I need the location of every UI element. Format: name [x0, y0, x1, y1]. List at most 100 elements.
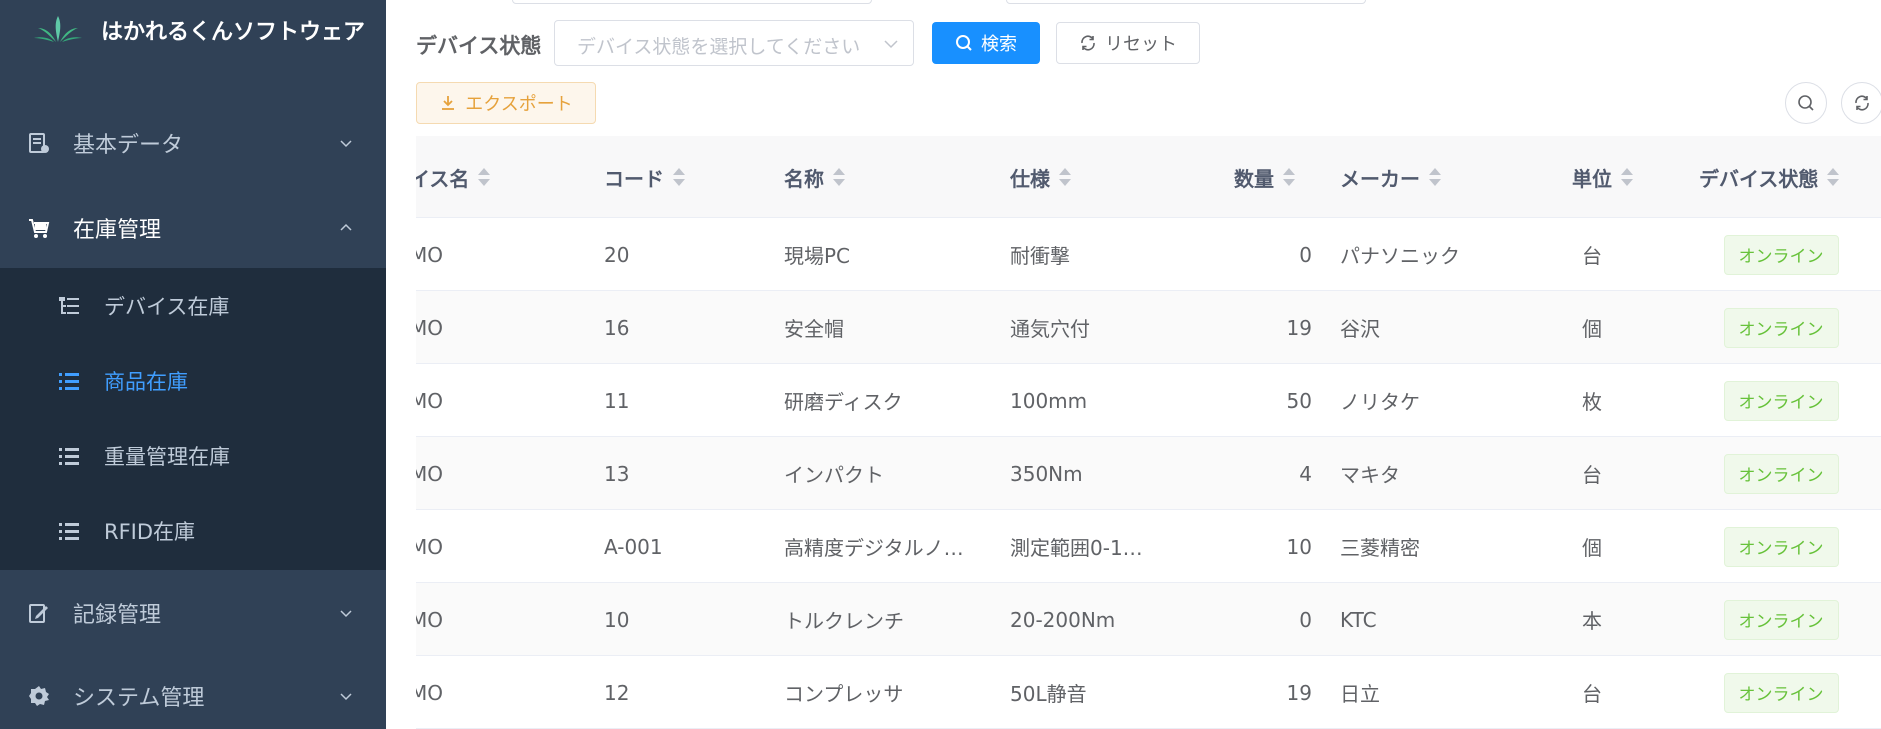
- status-cell: オンライン: [1686, 218, 1876, 291]
- list-icon: [59, 447, 79, 465]
- refresh-icon: [1081, 35, 1095, 51]
- table-cell: MO: [416, 461, 443, 486]
- submenu-weight-inventory[interactable]: 重量管理在庫: [0, 418, 386, 493]
- table-cell: 枚: [1582, 390, 1602, 414]
- table-cell: 本: [1582, 609, 1602, 633]
- status-cell: オンライン: [1686, 364, 1876, 437]
- column-header[interactable]: コード: [604, 136, 686, 218]
- table-cell: 20-200Nm: [1010, 607, 1116, 632]
- header-label: メーカー: [1340, 166, 1420, 191]
- search-button[interactable]: 検索: [932, 22, 1040, 64]
- header-label: 数量: [1234, 166, 1274, 191]
- header-label: 仕様: [1010, 166, 1050, 191]
- sort-icon[interactable]: [1282, 166, 1296, 188]
- table-row[interactable]: MO 11 研磨ディスク 100mm 50 ノリタケ 枚 オンライン: [416, 364, 1881, 437]
- table-row[interactable]: MO 20 現場PC 耐衝撃 0 パナソニック 台 オンライン: [416, 218, 1881, 291]
- column-header[interactable]: 数量: [1234, 136, 1296, 218]
- main-content: デバイス状態 デバイス状態を選択してください 検索 リセット エクスポート イス…: [386, 0, 1881, 729]
- export-button[interactable]: エクスポート: [416, 82, 596, 124]
- refresh-table-button[interactable]: [1841, 82, 1881, 124]
- clipped-input[interactable]: [1006, 0, 1366, 4]
- status-badge: オンライン: [1723, 453, 1839, 494]
- download-icon: [442, 96, 455, 110]
- menu-records[interactable]: 記録管理: [0, 573, 386, 653]
- table-cell: MO: [416, 534, 443, 559]
- cart-icon: [26, 215, 52, 241]
- app-window: はかれるくんソフトウェア 基本データ 在庫管理 デバイス在庫 商品在庫 重量管理…: [0, 0, 1881, 729]
- table-cell: 16: [604, 315, 630, 340]
- sort-icon[interactable]: [1058, 166, 1072, 188]
- device-status-select[interactable]: デバイス状態を選択してください: [554, 20, 914, 66]
- submenu-label: RFID在庫: [104, 519, 196, 544]
- status-cell: オンライン: [1686, 437, 1876, 510]
- status-badge: オンライン: [1723, 380, 1839, 421]
- chevron-down-icon: [340, 610, 352, 618]
- table-cell: 通気穴付: [1010, 317, 1090, 341]
- sort-icon[interactable]: [1428, 166, 1442, 188]
- list-icon: [59, 522, 79, 540]
- sort-icon[interactable]: [477, 166, 491, 188]
- menu-inventory[interactable]: 在庫管理: [0, 188, 386, 268]
- table-row[interactable]: MO 13 インパクト 350Nm 4 マキタ 台 オンライン: [416, 437, 1881, 510]
- table-cell: 安全帽: [784, 317, 844, 341]
- table-cell: 耐衝撃: [1010, 244, 1070, 268]
- table-cell: ノリタケ: [1340, 390, 1420, 414]
- column-header[interactable]: 単位: [1572, 136, 1634, 218]
- submenu-rfid-inventory[interactable]: RFID在庫: [0, 493, 386, 568]
- tree-list-icon: [59, 296, 79, 314]
- sort-icon[interactable]: [1620, 166, 1634, 188]
- chevron-down-icon: [884, 40, 898, 49]
- column-header[interactable]: 仕様: [1010, 136, 1072, 218]
- table-header: イス名 コード 名称 仕様 数量 メーカー 単位 デバイス状態: [416, 136, 1881, 218]
- table-row[interactable]: MO 16 安全帽 通気穴付 19 谷沢 個 オンライン: [416, 291, 1881, 364]
- sort-icon[interactable]: [672, 166, 686, 188]
- table-cell: 50: [1286, 388, 1312, 413]
- device-status-label: デバイス状態: [416, 34, 542, 58]
- table-cell: MO: [416, 388, 443, 413]
- status-cell: オンライン: [1686, 510, 1876, 583]
- menu-basic-data[interactable]: 基本データ: [0, 103, 386, 183]
- table-cell: 11: [604, 388, 630, 413]
- reset-label: リセット: [1105, 34, 1177, 55]
- sort-icon[interactable]: [832, 166, 846, 188]
- status-badge: オンライン: [1723, 672, 1839, 713]
- table-cell: 19: [1286, 315, 1312, 340]
- table-cell: 研磨ディスク: [784, 390, 903, 414]
- table-row[interactable]: MO A-001 高精度デジタルノ… 測定範囲0-1… 10 三菱精密 個 オンライン: [416, 510, 1881, 583]
- status-badge: オンライン: [1723, 307, 1839, 348]
- status-badge: オンライン: [1723, 599, 1839, 640]
- menu-system[interactable]: システム管理: [0, 656, 386, 729]
- table-cell: 個: [1582, 317, 1602, 341]
- table-cell: 12: [604, 680, 630, 705]
- table-cell: 4: [1299, 461, 1312, 486]
- table-cell: 20: [604, 242, 630, 267]
- sidebar: はかれるくんソフトウェア 基本データ 在庫管理 デバイス在庫 商品在庫 重量管理…: [0, 0, 386, 729]
- reset-button[interactable]: リセット: [1056, 22, 1200, 64]
- header-label: 単位: [1572, 166, 1612, 191]
- table-row[interactable]: MO 10 トルクレンチ 20-200Nm 0 KTC 本 オンライン: [416, 583, 1881, 656]
- search-label: 検索: [981, 34, 1017, 55]
- table-cell: パナソニック: [1340, 244, 1460, 268]
- header-label: コード: [604, 166, 664, 191]
- list-icon: [59, 372, 79, 390]
- sort-icon[interactable]: [1826, 166, 1840, 188]
- app-title: はかれるくんソフトウェア: [101, 20, 366, 45]
- table-cell: 50L静音: [1010, 682, 1087, 706]
- column-header[interactable]: デバイス状態: [1699, 136, 1840, 218]
- column-header[interactable]: 名称: [784, 136, 846, 218]
- table-cell: MO: [416, 607, 443, 632]
- chevron-down-icon: [340, 140, 352, 148]
- table-cell: 10: [604, 607, 630, 632]
- column-header[interactable]: メーカー: [1340, 136, 1442, 218]
- submenu-device-inventory[interactable]: デバイス在庫: [0, 268, 386, 343]
- table-cell: マキタ: [1340, 463, 1400, 487]
- submenu-product-inventory[interactable]: 商品在庫: [0, 343, 386, 418]
- toggle-search-button[interactable]: [1785, 82, 1827, 124]
- table-row[interactable]: MO 12 コンプレッサ 50L静音 19 日立 台 オンライン: [416, 656, 1881, 729]
- submenu-label: デバイス在庫: [104, 294, 230, 319]
- table-cell: 100mm: [1010, 388, 1088, 413]
- table-cell: 三菱精密: [1340, 536, 1420, 560]
- column-header[interactable]: イス名: [416, 136, 491, 218]
- header-label: デバイス状態: [1699, 166, 1819, 191]
- clipped-input[interactable]: [512, 0, 872, 4]
